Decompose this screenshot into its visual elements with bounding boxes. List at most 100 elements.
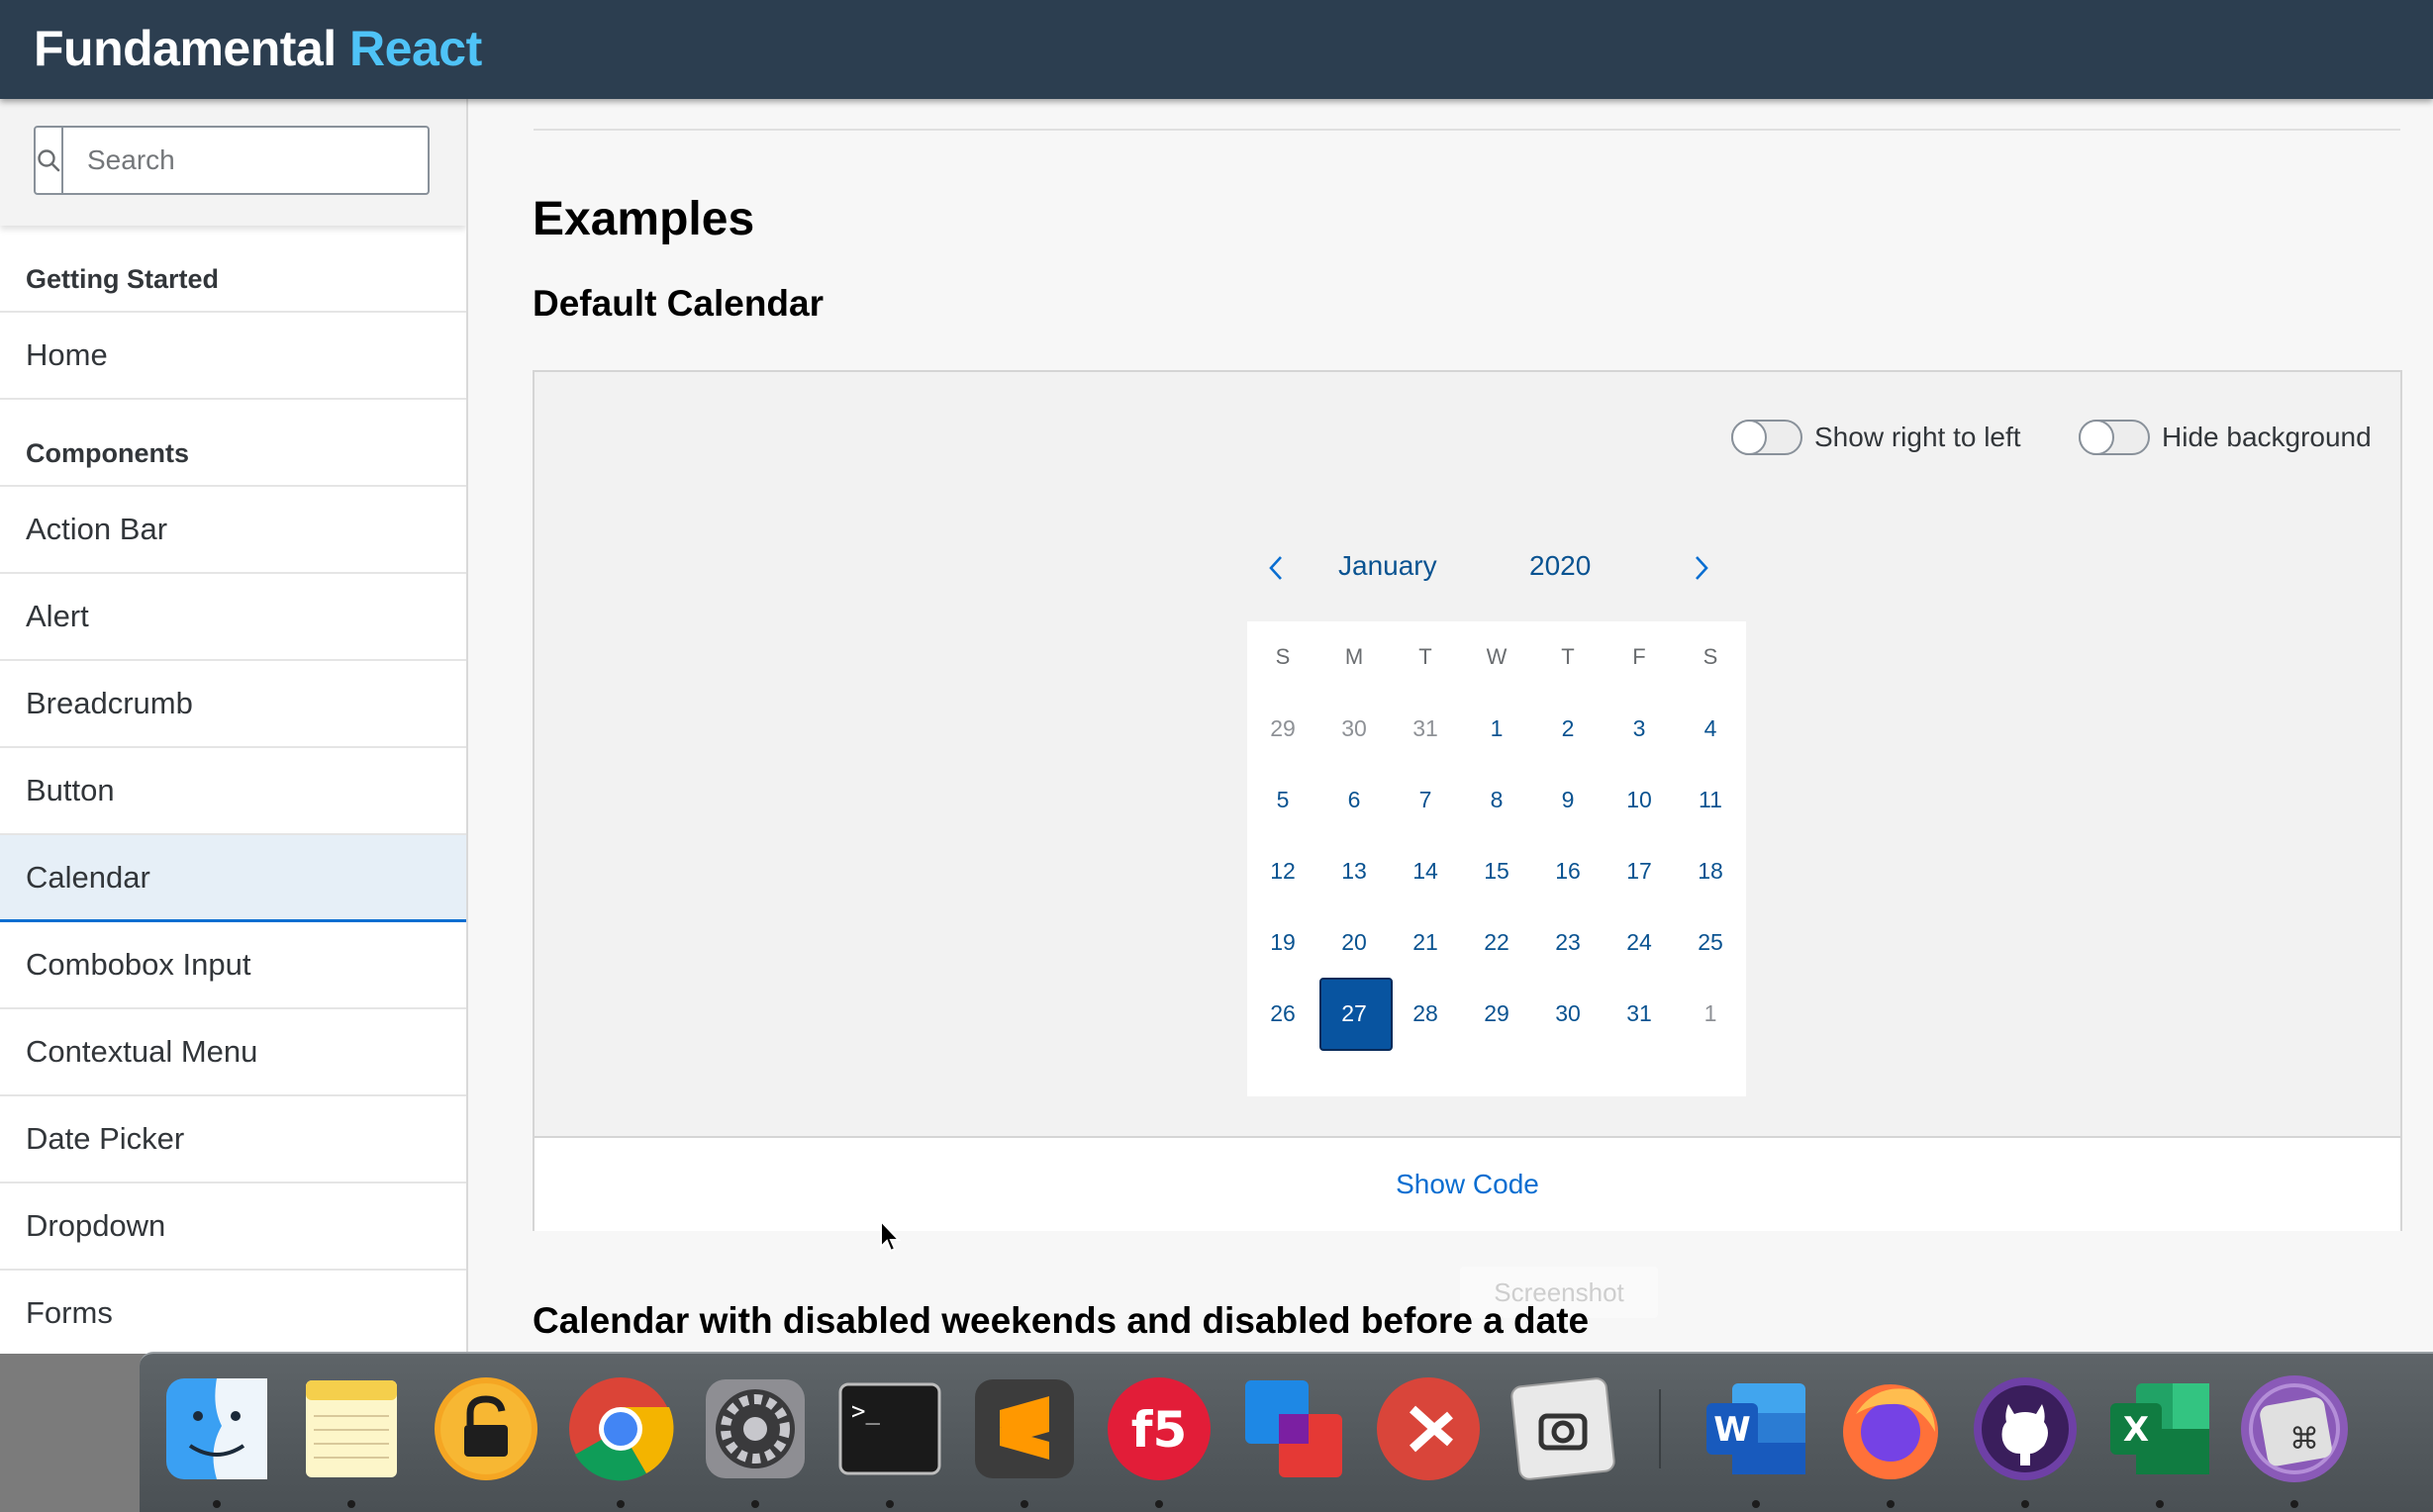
chrome-icon[interactable] (565, 1373, 676, 1484)
sidebar-item-contextual-menu[interactable]: Contextual Menu (0, 1009, 466, 1096)
sidebar-item-combobox-input[interactable]: Combobox Input (0, 922, 466, 1009)
calendar-day[interactable]: 24 (1604, 906, 1675, 978)
sublime-text-icon[interactable] (969, 1373, 1080, 1484)
sidebar-item-button[interactable]: Button (0, 748, 466, 835)
svg-text:f5: f5 (1131, 1401, 1188, 1459)
firefox-icon[interactable] (1835, 1373, 1946, 1484)
calendar-day[interactable]: 2 (1532, 693, 1604, 764)
default-calendar-heading: Default Calendar (533, 283, 825, 324)
calendar-day[interactable]: 12 (1247, 835, 1318, 906)
finder-icon[interactable] (161, 1373, 272, 1484)
calendar-next-button[interactable] (1677, 540, 1726, 600)
app-title-accent: React (349, 21, 482, 76)
main-content: Examples Default Calendar Show right to … (470, 99, 2433, 1354)
app-title[interactable]: Fundamental React (34, 20, 482, 77)
running-indicator (751, 1500, 759, 1508)
running-indicator (886, 1500, 894, 1508)
calendar-day[interactable]: 16 (1532, 835, 1604, 906)
calendar-day[interactable]: 21 (1390, 906, 1461, 978)
calendar-day[interactable]: 6 (1318, 764, 1390, 835)
calendar-day[interactable]: 31 (1604, 978, 1675, 1049)
weekday-label: F (1632, 644, 1646, 669)
calendar-day[interactable]: 31 (1390, 693, 1461, 764)
nav-group-components: Components (0, 400, 466, 487)
calendar-day[interactable]: 17 (1604, 835, 1675, 906)
f5-icon[interactable]: f5 (1104, 1373, 1215, 1484)
divider (534, 129, 2400, 131)
calendar-day[interactable]: 19 (1247, 906, 1318, 978)
calendar-day[interactable]: 10 (1604, 764, 1675, 835)
calendar-day[interactable]: 11 (1675, 764, 1746, 835)
screenshot-icon[interactable] (1508, 1373, 1618, 1484)
calendar-day[interactable]: 29 (1247, 693, 1318, 764)
calendar-day[interactable]: 20 (1318, 906, 1390, 978)
remote-desktop-icon[interactable] (1373, 1373, 1484, 1484)
system-preferences-icon[interactable] (700, 1373, 811, 1484)
calendar-day[interactable]: 25 (1675, 906, 1746, 978)
weekday-label: T (1561, 644, 1575, 669)
calendar-prev-button[interactable] (1251, 540, 1301, 600)
github-icon[interactable] (1970, 1373, 2081, 1484)
calendar-day[interactable]: 29 (1461, 978, 1532, 1049)
running-indicator (1752, 1500, 1760, 1508)
mouse-cursor-icon (879, 1218, 903, 1260)
calendar-header: January 2020 (1241, 540, 1746, 600)
running-indicator (1887, 1500, 1895, 1508)
word-icon[interactable]: W (1701, 1373, 1811, 1484)
running-indicator (213, 1500, 221, 1508)
vmware-icon[interactable] (1238, 1373, 1349, 1484)
toggle-hide-background[interactable]: Hide background (2079, 420, 2372, 455)
toggle-rtl-switch[interactable] (1731, 420, 1802, 455)
search-icon[interactable] (36, 128, 63, 193)
excel-icon[interactable]: X (2104, 1373, 2215, 1484)
calendar-day[interactable]: 4 (1675, 693, 1746, 764)
calendar-day[interactable]: 1 (1675, 978, 1746, 1049)
toggle-knob (1731, 420, 1767, 455)
notes-icon[interactable] (296, 1373, 407, 1484)
sidebar-item-breadcrumb[interactable]: Breadcrumb (0, 661, 466, 748)
calendar-day[interactable]: 7 (1390, 764, 1461, 835)
calendar-day[interactable]: 5 (1247, 764, 1318, 835)
dock-divider (1659, 1389, 1661, 1468)
calendar-day[interactable]: 22 (1461, 906, 1532, 978)
sidebar-item-date-picker[interactable]: Date Picker (0, 1096, 466, 1183)
sidebar-item-alert[interactable]: Alert (0, 574, 466, 661)
search-box[interactable] (34, 126, 444, 195)
calendar-day[interactable]: 9 (1532, 764, 1604, 835)
keyboard-icon[interactable]: ⌘ (2239, 1373, 2350, 1484)
calendar-weekday-row: S M T W T F S (1247, 621, 1746, 693)
calendar-day[interactable]: 30 (1532, 978, 1604, 1049)
show-code-button[interactable]: Show Code (535, 1138, 2400, 1231)
calendar-day[interactable]: 3 (1604, 693, 1675, 764)
calendar-day[interactable]: 13 (1318, 835, 1390, 906)
svg-text:X: X (2123, 1410, 2149, 1450)
calendar-day[interactable]: 1 (1461, 693, 1532, 764)
calendar-day-selected[interactable]: 27 (1318, 978, 1393, 1051)
search-input[interactable] (63, 128, 444, 193)
sidebar-item-calendar[interactable]: Calendar (0, 835, 466, 922)
sidebar-item-action-bar[interactable]: Action Bar (0, 487, 466, 574)
calendar-day[interactable]: 15 (1461, 835, 1532, 906)
sidebar-item-home[interactable]: Home (0, 313, 466, 400)
sidebar-item-dropdown[interactable]: Dropdown (0, 1183, 466, 1271)
calendar-day[interactable]: 28 (1390, 978, 1461, 1049)
calendar-day-selected-label: 27 (1341, 999, 1367, 1026)
calendar-day[interactable]: 23 (1532, 906, 1604, 978)
calendar-day[interactable]: 18 (1675, 835, 1746, 906)
dock: >_ f5 W X ⌘ (140, 1352, 2433, 1512)
calendar-day[interactable]: 8 (1461, 764, 1532, 835)
running-indicator (617, 1500, 625, 1508)
lock-icon[interactable] (431, 1373, 541, 1484)
calendar-day[interactable]: 14 (1390, 835, 1461, 906)
calendar-year-button[interactable]: 2020 (1529, 550, 1591, 582)
toggle-rtl[interactable]: Show right to left (1731, 420, 2021, 455)
calendar-day[interactable]: 30 (1318, 693, 1390, 764)
example-box: Show right to left Hide background Janua… (533, 370, 2402, 1231)
terminal-icon[interactable]: >_ (834, 1373, 945, 1484)
calendar-month-button[interactable]: January (1338, 550, 1437, 582)
toggle-hide-background-switch[interactable] (2079, 420, 2150, 455)
sidebar-item-forms[interactable]: Forms (0, 1271, 466, 1354)
sidebar: Getting Started Home Components Action B… (0, 99, 468, 1354)
calendar-day[interactable]: 26 (1247, 978, 1318, 1049)
svg-text:⌘: ⌘ (2289, 1422, 2319, 1457)
